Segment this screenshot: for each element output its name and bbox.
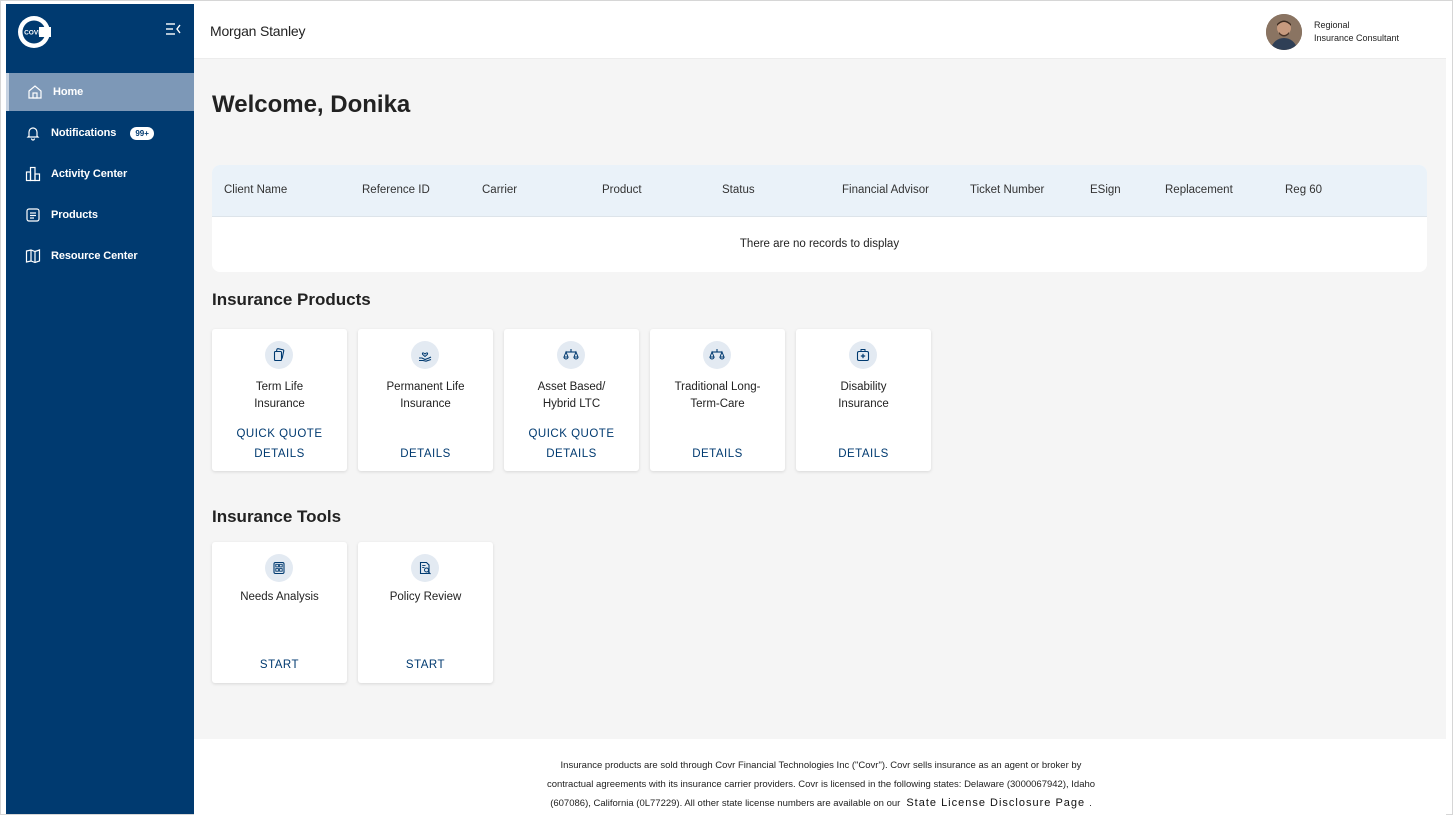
sidebar-item-label: Resource Center	[51, 250, 138, 262]
insurance-products-heading: Insurance Products	[212, 290, 371, 309]
product-title-line1: Asset Based/	[537, 381, 606, 393]
disclaimer-line1: Insurance products are sold through Covr…	[560, 760, 1082, 771]
details-button[interactable]: DETAILS	[212, 448, 347, 460]
start-button[interactable]: START	[358, 659, 493, 671]
medical-kit-icon	[849, 341, 877, 369]
column-header-reference-id[interactable]: Reference ID	[362, 184, 430, 196]
user-role-line2: Insurance Consultant	[1314, 33, 1400, 43]
book-icon	[24, 248, 41, 265]
column-header-esign[interactable]: ESign	[1090, 184, 1121, 196]
product-title: Traditional Long- Term-Care	[656, 379, 779, 413]
footer: Insurance products are sold through Covr…	[194, 739, 1446, 815]
covr-logo[interactable]: COVR	[17, 15, 51, 49]
sidebar-item-label: Notifications	[51, 127, 117, 139]
collapse-sidebar-icon[interactable]	[165, 22, 183, 38]
sidebar-item-activity-center[interactable]: Activity Center	[6, 155, 194, 193]
home-icon	[26, 84, 43, 101]
product-title: Disability Insurance	[802, 379, 925, 413]
product-card-term-life: Term Life Insurance QUICK QUOTE DETAILS	[212, 329, 347, 471]
details-button[interactable]: DETAILS	[504, 448, 639, 460]
details-button[interactable]: DETAILS	[358, 448, 493, 460]
user-role: Regional Insurance Consultant	[1314, 19, 1399, 45]
avatar[interactable]	[1266, 14, 1302, 50]
sidebar-item-home[interactable]: Home	[6, 73, 194, 111]
product-title-line2: Insurance	[400, 398, 451, 410]
sidebar-nav: Home Notifications 99+ Activity Center P…	[6, 73, 194, 278]
product-title-line1: Disability	[840, 381, 887, 393]
product-title-line1: Traditional Long-	[674, 381, 761, 393]
legal-disclaimer: Insurance products are sold through Covr…	[526, 756, 1116, 813]
hand-heart-icon	[411, 341, 439, 369]
column-header-status[interactable]: Status	[722, 184, 755, 196]
product-title-line2: Term-Care	[690, 398, 745, 410]
start-button[interactable]: START	[212, 659, 347, 671]
quick-quote-button[interactable]: QUICK QUOTE	[504, 428, 639, 440]
state-license-disclosure-link[interactable]: State License Disclosure Page	[906, 797, 1085, 809]
sidebar-item-label: Home	[53, 86, 84, 98]
product-title-line2: Hybrid LTC	[542, 398, 601, 410]
sidebar-item-label: Activity Center	[51, 168, 128, 180]
column-header-client-name[interactable]: Client Name	[224, 184, 287, 196]
details-button[interactable]: DETAILS	[796, 448, 931, 460]
insurance-tools-heading: Insurance Tools	[212, 507, 342, 526]
details-button[interactable]: DETAILS	[650, 448, 785, 460]
cases-table: Client Name Reference ID Carrier Product…	[212, 165, 1427, 272]
notification-count-badge: 99+	[130, 126, 154, 140]
column-header-ticket-number[interactable]: Ticket Number	[970, 184, 1044, 196]
product-card-permanent-life: Permanent Life Insurance DETAILS	[358, 329, 493, 471]
product-card-asset-based-ltc: Asset Based/ Hybrid LTC QUICK QUOTE DETA…	[504, 329, 639, 471]
disclaimer-line3-wrap: (607086), California (0L77229). All othe…	[526, 794, 1116, 813]
app-window: COVR Home Notifications 99+ Activity Cen…	[0, 0, 1453, 815]
brand-name: Morgan Stanley	[210, 23, 306, 39]
product-title-line1: Term Life	[255, 381, 304, 393]
user-role-line1: Regional	[1314, 20, 1350, 30]
quick-quote-button[interactable]: QUICK QUOTE	[212, 428, 347, 440]
sidebar-item-products[interactable]: Products	[6, 196, 194, 234]
product-title-line2: Insurance	[838, 398, 889, 410]
product-title-line2: Insurance	[254, 398, 305, 410]
product-title: Term Life Insurance	[218, 379, 341, 413]
product-card-disability: Disability Insurance DETAILS	[796, 329, 931, 471]
main-content: Welcome, Donika Client Name Reference ID…	[194, 59, 1446, 739]
empty-table-message: There are no records to display	[739, 238, 900, 250]
sidebar-item-resource-center[interactable]: Resource Center	[6, 237, 194, 275]
tool-title: Needs Analysis	[240, 591, 319, 603]
logo-text: COVR	[24, 30, 43, 37]
disclaimer-line3: (607086), California (0L77229). All othe…	[550, 798, 901, 809]
document-search-icon	[411, 554, 439, 582]
product-card-traditional-ltc: Traditional Long- Term-Care DETAILS	[650, 329, 785, 471]
sidebar-item-notifications[interactable]: Notifications 99+	[6, 114, 194, 152]
list-box-icon	[24, 207, 41, 224]
column-header-replacement[interactable]: Replacement	[1165, 184, 1233, 196]
scale-icon	[557, 341, 585, 369]
column-header-product[interactable]: Product	[602, 184, 642, 196]
tool-title: Policy Review	[389, 591, 462, 603]
product-title-line1: Permanent Life	[386, 381, 465, 393]
sidebar: COVR Home Notifications 99+ Activity Cen…	[6, 4, 194, 814]
tool-card-policy-review: Policy Review START	[358, 542, 493, 683]
disclaimer-line2: contractual agreements with its insuranc…	[546, 779, 1096, 790]
documents-icon	[265, 341, 293, 369]
top-header: Morgan Stanley Regional Insurance Consul…	[194, 4, 1446, 59]
disclaimer-period: .	[1089, 798, 1092, 809]
scale-icon	[703, 341, 731, 369]
bell-icon	[24, 125, 41, 142]
product-title: Permanent Life Insurance	[364, 379, 487, 413]
table-header: Client Name Reference ID Carrier Product…	[212, 165, 1427, 217]
sidebar-item-label: Products	[51, 209, 98, 221]
column-header-carrier[interactable]: Carrier	[482, 184, 517, 196]
calculator-icon	[265, 554, 293, 582]
tool-card-needs-analysis: Needs Analysis START	[212, 542, 347, 683]
building-chart-icon	[24, 166, 41, 183]
product-title: Asset Based/ Hybrid LTC	[510, 379, 633, 413]
page-title: Welcome, Donika	[212, 91, 411, 118]
column-header-reg-60[interactable]: Reg 60	[1285, 184, 1322, 196]
column-header-financial-advisor[interactable]: Financial Advisor	[842, 184, 929, 196]
